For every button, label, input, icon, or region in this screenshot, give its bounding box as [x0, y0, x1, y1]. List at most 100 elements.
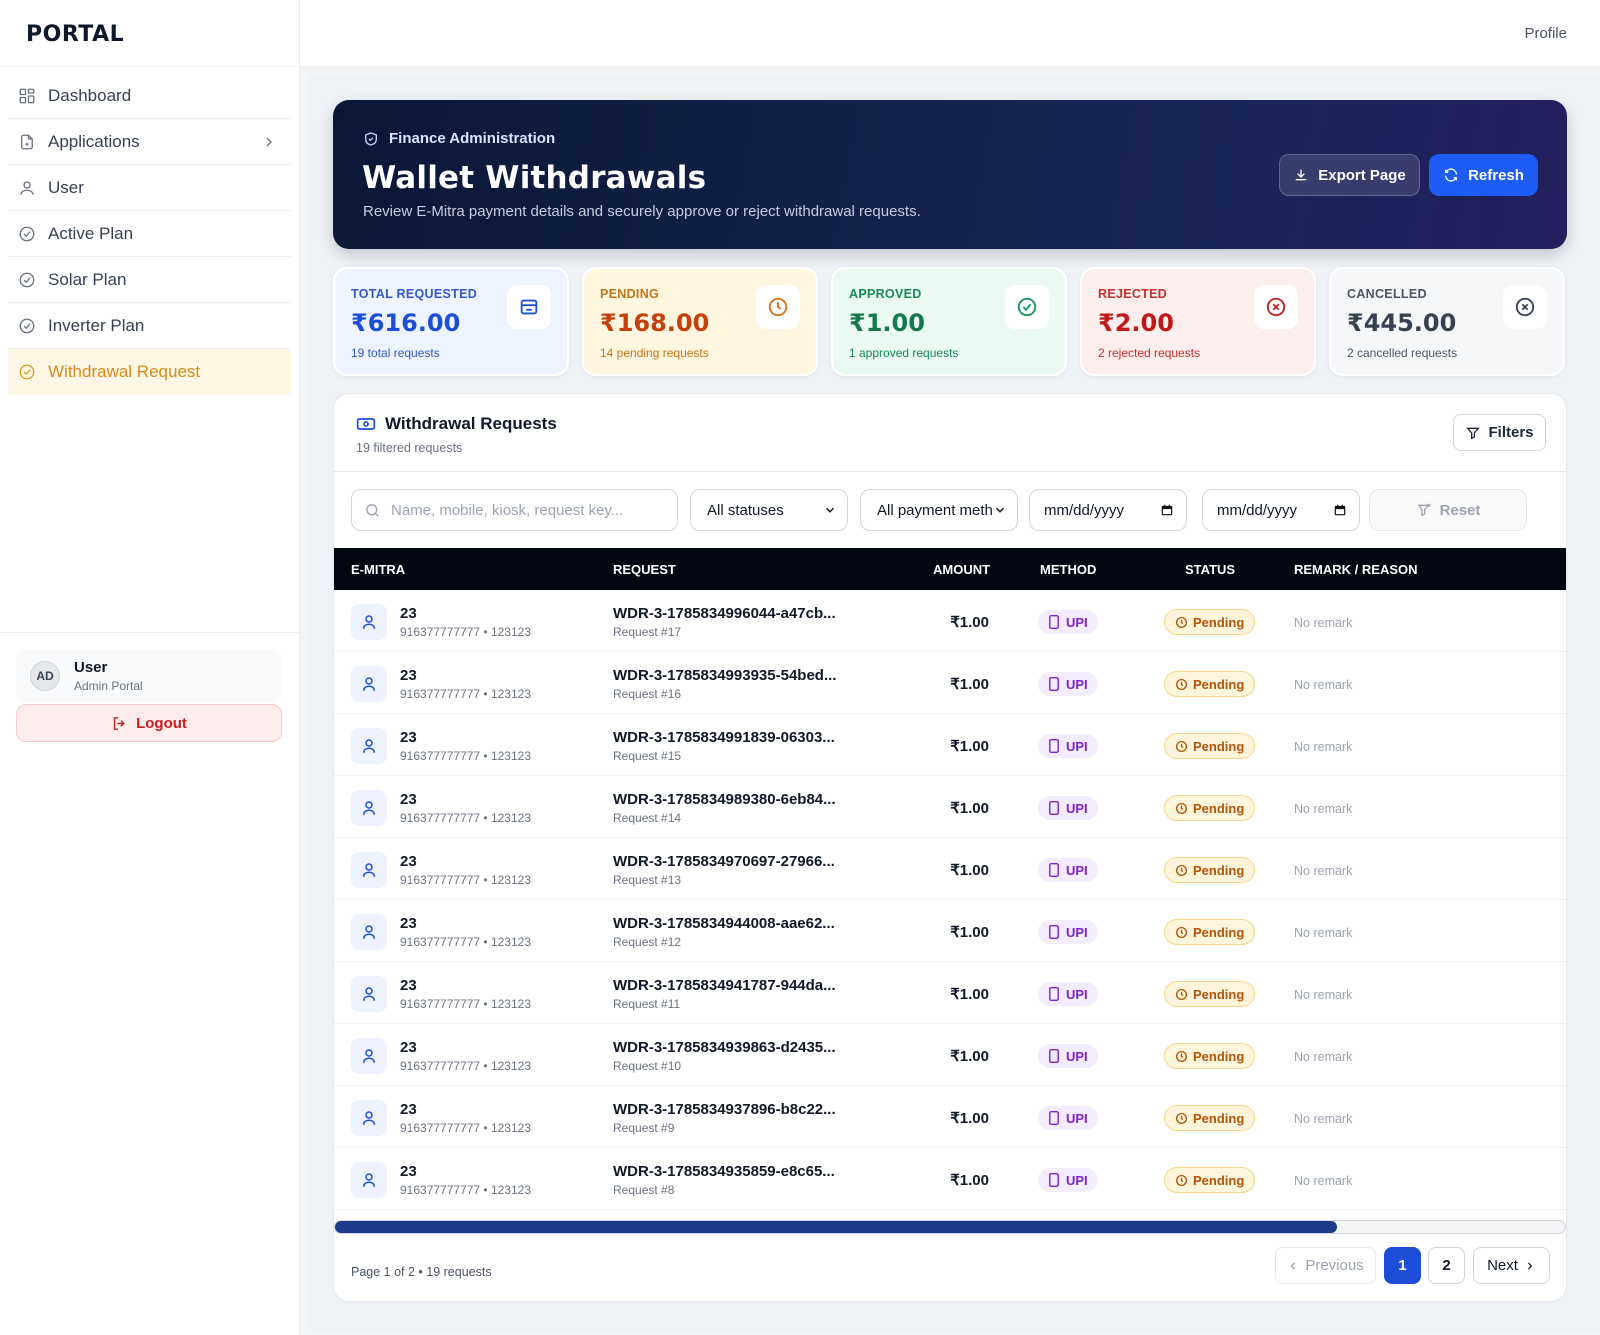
remark: No remark — [1294, 802, 1353, 816]
filters-label: Filters — [1488, 424, 1534, 441]
user-card[interactable]: AD User Admin Portal — [16, 650, 282, 702]
request-key[interactable]: WDR-3-1785834944008-aae62... — [613, 915, 835, 932]
method-text: UPI — [1066, 738, 1088, 754]
clock-icon — [1175, 740, 1188, 752]
request-number: Request #14 — [613, 811, 682, 825]
table-row[interactable]: 23 916377777777 • 123123 WDR-3-17858349939… — [334, 652, 1566, 714]
table-row[interactable]: 23 916377777777 • 123123 WDR-3-17858349378… — [334, 1086, 1566, 1148]
page-1-button[interactable]: 1 — [1384, 1247, 1421, 1284]
check-circle-icon — [19, 318, 35, 333]
banknote-icon — [356, 418, 376, 430]
reset-button[interactable]: Reset — [1369, 489, 1527, 531]
column-header-emitra[interactable]: E-MITRA — [351, 562, 405, 577]
table-row[interactable]: 23 916377777777 • 123123 WDR-3-17858349960… — [334, 590, 1566, 652]
emitra-contact: 916377777777 • 123123 — [400, 811, 531, 825]
card-title: Withdrawal Requests — [356, 414, 557, 434]
shield-icon — [365, 131, 377, 146]
emitra-name: 23 — [400, 1039, 417, 1056]
user-icon — [351, 976, 387, 1012]
user-name: User — [74, 659, 108, 676]
stat-subtext: 1 approved requests — [849, 346, 959, 360]
amount: ₹1.00 — [950, 924, 989, 941]
avatar: AD — [30, 661, 60, 691]
status-badge: Pending — [1164, 609, 1256, 635]
emitra-contact: 916377777777 • 123123 — [400, 749, 531, 763]
sidebar-item-user[interactable]: User — [8, 165, 291, 211]
table-row[interactable]: 23 916377777777 • 123123 WDR-3-17858349398… — [334, 1024, 1566, 1086]
method-badge: UPI — [1038, 796, 1098, 820]
column-header-method[interactable]: METHOD — [1040, 562, 1096, 577]
sidebar-item-active-plan[interactable]: Active Plan — [8, 211, 291, 257]
column-header-remark[interactable]: REMARK / REASON — [1294, 562, 1418, 577]
user-icon — [351, 1038, 387, 1074]
sidebar-item-inverter-plan[interactable]: Inverter Plan — [8, 303, 291, 349]
amount: ₹1.00 — [950, 800, 989, 817]
date-to-input[interactable]: mm/dd/yyyy — [1202, 489, 1360, 531]
next-page-button[interactable]: Next — [1473, 1247, 1550, 1284]
status-text: Pending — [1193, 986, 1245, 1002]
stat-label: TOTAL REQUESTED — [351, 287, 478, 301]
previous-page-button[interactable]: Previous — [1275, 1247, 1376, 1284]
request-key[interactable]: WDR-3-1785834937896-b8c22... — [613, 1101, 836, 1118]
request-number: Request #13 — [613, 873, 682, 887]
column-header-request[interactable]: REQUEST — [613, 562, 676, 577]
refresh-button[interactable]: Refresh — [1429, 154, 1538, 196]
export-label: Export Page — [1318, 166, 1406, 184]
clock-icon — [1175, 802, 1188, 814]
sidebar-item-withdrawal-request[interactable]: Withdrawal Request — [8, 349, 291, 395]
logout-button[interactable]: Logout — [16, 704, 282, 742]
status-badge: Pending — [1164, 1105, 1256, 1131]
emitra-name: 23 — [400, 729, 417, 746]
request-key[interactable]: WDR-3-1785834941787-944da... — [613, 977, 836, 994]
phone-icon — [1049, 801, 1059, 815]
profile-link[interactable]: Profile — [1524, 25, 1567, 42]
remark: No remark — [1294, 616, 1353, 630]
request-key[interactable]: WDR-3-1785834993935-54bed... — [613, 667, 836, 684]
sidebar: PORTAL Dashboard Applications User Activ… — [0, 0, 300, 1335]
user-icon — [351, 666, 387, 702]
status-select[interactable]: All statuses — [690, 489, 848, 531]
request-key[interactable]: WDR-3-1785834991839-06303... — [613, 729, 835, 746]
scrollbar-thumb[interactable] — [335, 1221, 1338, 1233]
column-header-amount[interactable]: AMOUNT — [933, 562, 990, 577]
request-key[interactable]: WDR-3-1785834939863-d2435... — [613, 1039, 836, 1056]
payment-method-select[interactable]: All payment methods — [860, 489, 1018, 531]
request-key[interactable]: WDR-3-1785834935859-e8c65... — [613, 1163, 835, 1180]
search-placeholder: Name, mobile, kiosk, request key... — [391, 501, 624, 519]
page-2-button[interactable]: 2 — [1428, 1247, 1465, 1284]
request-key[interactable]: WDR-3-1785834970697-27966... — [613, 853, 835, 870]
sidebar-item-solar-plan[interactable]: Solar Plan — [8, 257, 291, 303]
request-number: Request #12 — [613, 935, 682, 949]
method-badge: UPI — [1038, 858, 1098, 882]
table-row[interactable]: 23 916377777777 • 123123 WDR-3-17858349893… — [334, 776, 1566, 838]
sidebar-item-dashboard[interactable]: Dashboard — [8, 73, 291, 119]
reset-label: Reset — [1439, 501, 1481, 519]
date-from-input[interactable]: mm/dd/yyyy — [1029, 489, 1187, 531]
method-badge: UPI — [1038, 734, 1098, 758]
logout-icon — [113, 716, 125, 730]
user-box: AD User Admin Portal Logout — [16, 650, 282, 742]
card-subtitle: 19 filtered requests — [356, 441, 463, 455]
horizontal-scrollbar[interactable] — [334, 1220, 1566, 1234]
sidebar-item-applications[interactable]: Applications — [8, 119, 291, 165]
table-row[interactable]: 23 916377777777 • 123123 WDR-3-17858349417… — [334, 962, 1566, 1024]
remark: No remark — [1294, 740, 1353, 754]
logout-label: Logout — [136, 714, 187, 732]
status-badge: Pending — [1164, 671, 1256, 697]
search-input[interactable]: Name, mobile, kiosk, request key... — [351, 489, 678, 531]
filters-button[interactable]: Filters — [1453, 414, 1546, 451]
export-page-button[interactable]: Export Page — [1279, 154, 1420, 196]
table-row[interactable]: 23 916377777777 • 123123 WDR-3-17858349918… — [334, 714, 1566, 776]
table-row[interactable]: 23 916377777777 • 123123 WDR-3-17858349440… — [334, 900, 1566, 962]
clock-icon — [1175, 1112, 1188, 1124]
stat-value: ₹445.00 — [1347, 309, 1457, 337]
table-row[interactable]: 23 916377777777 • 123123 WDR-3-17858349706… — [334, 838, 1566, 900]
column-header-status[interactable]: STATUS — [1185, 562, 1235, 577]
user-icon — [351, 1100, 387, 1136]
request-key[interactable]: WDR-3-1785834996044-a47cb... — [613, 605, 836, 622]
user-icon — [351, 1162, 387, 1198]
user-icon — [351, 852, 387, 888]
table-row[interactable]: 23 916377777777 • 123123 WDR-3-17858349358… — [334, 1148, 1566, 1210]
request-key[interactable]: WDR-3-1785834989380-6eb84... — [613, 791, 836, 808]
x-circle-icon — [1503, 285, 1547, 329]
